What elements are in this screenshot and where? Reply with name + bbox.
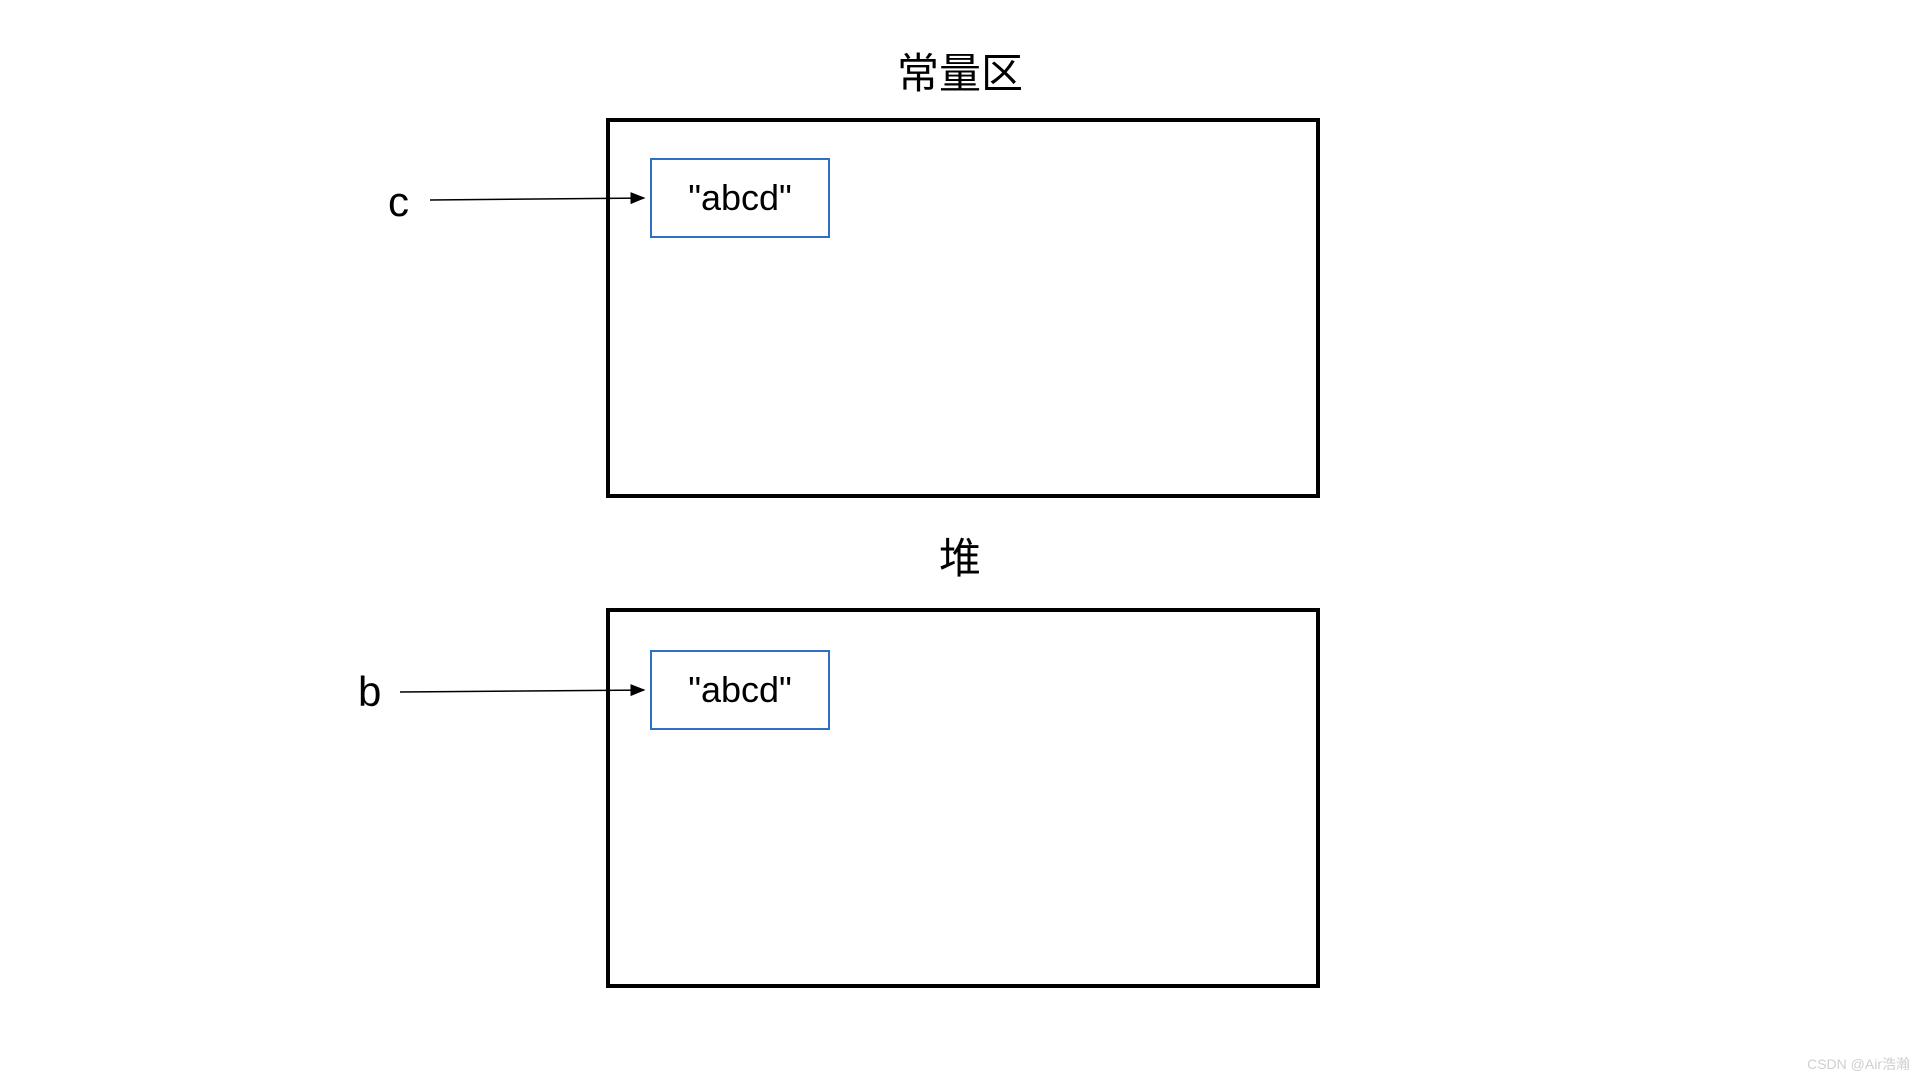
diagram-canvas: 常量区 "abcd" c 堆 "abcd" b CSDN @Air浩瀚: [0, 0, 1920, 1080]
arrow-b-to-heap: [0, 0, 1920, 1080]
watermark: CSDN @Air浩瀚: [1807, 1054, 1910, 1074]
